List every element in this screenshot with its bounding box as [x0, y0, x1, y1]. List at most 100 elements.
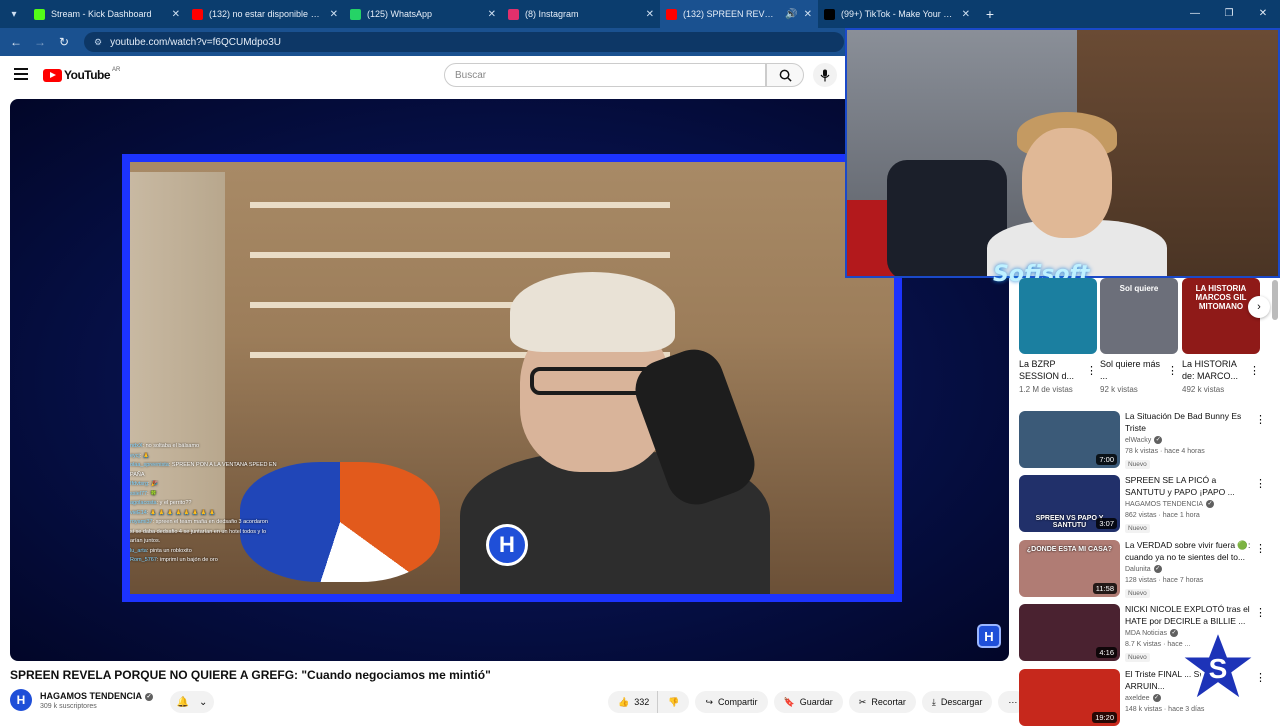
url-field[interactable]: ⚙ youtube.com/watch?v=f6QCUMdpo3U [84, 32, 844, 52]
browser-tab[interactable]: (125) WhatsApp ✕ [344, 0, 502, 28]
short-menu-icon[interactable]: ⋮ [1249, 364, 1260, 377]
speaker-icon[interactable]: 🔊 [785, 9, 797, 20]
minimize-icon[interactable]: — [1178, 0, 1212, 28]
chat-text: : pinta un robloxito [146, 547, 192, 554]
close-tab-icon[interactable]: ✕ [488, 9, 496, 20]
video-menu-icon[interactable]: ⋮ [1255, 542, 1266, 555]
chat-text: si se daba dedsafio 4 se juntarían en un… [130, 528, 267, 535]
browser-tab[interactable]: (99+) TikTok - Make Your Day ✕ [818, 0, 976, 28]
chat-user: royami37 [130, 519, 153, 525]
dislike-button[interactable]: 👎 [657, 691, 690, 713]
close-tab-icon[interactable]: ✕ [962, 9, 970, 20]
chat-user: olaa_spreenista [130, 462, 169, 468]
short-item[interactable]: La BZRP SESSION d... 1.2 M de vistas ⋮ [1019, 278, 1097, 394]
short-thumbnail[interactable]: LA HISTORIA MARCOS GIL MITOMANO [1182, 278, 1260, 354]
browser-tab[interactable]: Stream - Kick Dashboard ✕ [28, 0, 186, 28]
short-title[interactable]: La BZRP SESSION d... [1019, 358, 1083, 382]
tab-search-icon[interactable]: ▾ [0, 0, 28, 28]
search-input[interactable]: Buscar [444, 63, 766, 87]
video-actions: 👍 332 👎 ↪ Compartir 🔖 Guardar ✂ Recortar ⤓ De… [608, 691, 1028, 713]
video-channel[interactable]: Dalunita ✓ [1125, 565, 1162, 573]
scissors-icon: ✂ [858, 696, 867, 707]
notification-bell-button[interactable]: 🔔 ⌄ [170, 691, 214, 713]
channel-name[interactable]: HAGAMOS TENDENCIA ✓ [40, 691, 154, 701]
kick-icon [34, 8, 45, 20]
shorts-next-button[interactable]: › [1248, 296, 1270, 318]
browser-tab[interactable]: (132) SPREEN REVELA PORQ 🔊 ✕ [660, 0, 818, 28]
video-channel[interactable]: elWacky ✓ [1125, 436, 1163, 444]
reload-icon[interactable]: ↻ [52, 35, 76, 49]
close-window-icon[interactable]: ✕ [1246, 0, 1280, 28]
close-tab-icon[interactable]: ✕ [172, 9, 180, 20]
video-title-link[interactable]: La Situación De Bad Bunny Es Triste [1125, 411, 1253, 434]
video-menu-icon[interactable]: ⋮ [1255, 606, 1266, 619]
stream-chat: ndxX: no soltaba el bálsamo eycj: 🙏 olaa_s… [130, 442, 310, 566]
close-tab-icon[interactable]: ✕ [330, 9, 338, 20]
youtube-icon [666, 8, 677, 20]
chat-text: PAÑA [130, 471, 145, 478]
video-thumbnail[interactable]: 7:00 [1019, 411, 1120, 468]
video-duration: 11:58 [1092, 583, 1117, 594]
window-controls: — ❐ ✕ [1178, 0, 1280, 28]
back-icon[interactable]: ← [4, 35, 28, 49]
video-thumbnail[interactable]: SPREEN VS PAPO Y SANTUTU 3:07 [1019, 475, 1120, 532]
browser-tab[interactable]: (132) no estar disponible para u ✕ [186, 0, 344, 28]
share-button[interactable]: ↪ Compartir [695, 691, 768, 713]
shelf [250, 202, 670, 208]
video-thumbnail[interactable]: 19:20 [1019, 669, 1120, 726]
recommended-video[interactable]: SPREEN VS PAPO Y SANTUTU 3:07 SPREEN SE LA… [1019, 475, 1269, 533]
chat-message: vieE14: 🙏 🙏 🙏 🙏 🙏 🙏 🙏 🙏 [130, 509, 310, 519]
subscriber-count: 309 k suscriptores [40, 703, 97, 710]
short-thumbnail[interactable]: Sol quiere [1100, 278, 1178, 354]
site-info-icon[interactable]: ⚙ [94, 37, 102, 48]
video-channel[interactable]: MDA Noticias ✓ [1125, 629, 1179, 637]
video-channel[interactable]: axeldee ✓ [1125, 694, 1161, 702]
channel-avatar[interactable]: H [10, 689, 32, 711]
video-thumbnail[interactable]: ¿DONDE ESTA MI CASA? 11:58 [1019, 540, 1120, 597]
new-tab-button[interactable]: + [976, 6, 1004, 22]
share-icon: ↪ [705, 696, 714, 707]
video-menu-icon[interactable]: ⋮ [1255, 413, 1266, 426]
video-title-link[interactable]: SPREEN SE LA PICÓ a SANTUTU y PAPO ¡PAPO… [1125, 475, 1253, 498]
short-menu-icon[interactable]: ⋮ [1086, 364, 1097, 377]
video-title-link[interactable]: NICKI NICOLE EXPLOTÓ tras el HATE por DE… [1125, 604, 1253, 627]
short-thumbnail-text: Sol quiere [1119, 284, 1159, 293]
short-menu-icon[interactable]: ⋮ [1167, 364, 1178, 377]
clip-button[interactable]: ✂ Recortar [848, 691, 916, 713]
close-tab-icon[interactable]: ✕ [804, 9, 812, 20]
video-menu-icon[interactable]: ⋮ [1255, 477, 1266, 490]
recommended-video[interactable]: ¿DONDE ESTA MI CASA? 11:58 La VERDAD sobre… [1019, 540, 1269, 598]
new-badge: Nuevo [1125, 524, 1150, 533]
chat-message: eycj: 🙏 [130, 452, 310, 462]
download-icon: ⤓ [931, 696, 936, 707]
close-tab-icon[interactable]: ✕ [646, 9, 654, 20]
short-title[interactable]: La HISTORIA de: MARCO... [1182, 358, 1246, 382]
verified-icon: ✓ [145, 692, 154, 701]
like-button[interactable]: 👍 332 [608, 691, 658, 713]
branding-watermark-icon[interactable]: H [977, 624, 1001, 648]
chat-user: ssiel77 [130, 490, 148, 497]
short-title[interactable]: Sol quiere más ... [1100, 358, 1164, 382]
chat-message: olaa_spreenista: SPREEN PON A LA VENTANA… [130, 461, 310, 471]
short-item[interactable]: Sol quiere Sol quiere más ... 92 k vistas ⋮ [1100, 278, 1178, 394]
short-thumbnail[interactable] [1019, 278, 1097, 354]
scrollbar[interactable] [1272, 280, 1278, 320]
video-channel[interactable]: HAGAMOS TENDENCIA ✓ [1125, 500, 1215, 508]
browser-tab[interactable]: (8) Instagram ✕ [502, 0, 660, 28]
save-button[interactable]: 🔖 Guardar [773, 691, 843, 713]
search-button[interactable] [766, 63, 804, 87]
forward-icon[interactable]: → [28, 35, 52, 49]
download-button[interactable]: ⤓ Descargar [921, 691, 993, 713]
voice-search-button[interactable] [813, 63, 837, 87]
short-item[interactable]: LA HISTORIA MARCOS GIL MITOMANO La HISTOR… [1182, 278, 1260, 394]
youtube-logo[interactable]: YouTube AR [43, 67, 120, 82]
shelf [250, 252, 670, 258]
tab-title: Stream - Kick Dashboard [51, 9, 152, 19]
menu-icon[interactable] [14, 68, 28, 83]
chat-message: agolacosta: y el perrito?? [130, 499, 310, 509]
recommended-video[interactable]: 7:00 La Situación De Bad Bunny Es Triste e… [1019, 411, 1269, 469]
video-thumbnail[interactable]: 4:16 [1019, 604, 1120, 661]
maximize-icon[interactable]: ❐ [1212, 0, 1246, 28]
chat-message: royami37: spreen el team mafia en dedsaf… [130, 518, 310, 528]
video-title-link[interactable]: La VERDAD sobre vivir fuera 🟢: cuando ya… [1125, 540, 1253, 563]
